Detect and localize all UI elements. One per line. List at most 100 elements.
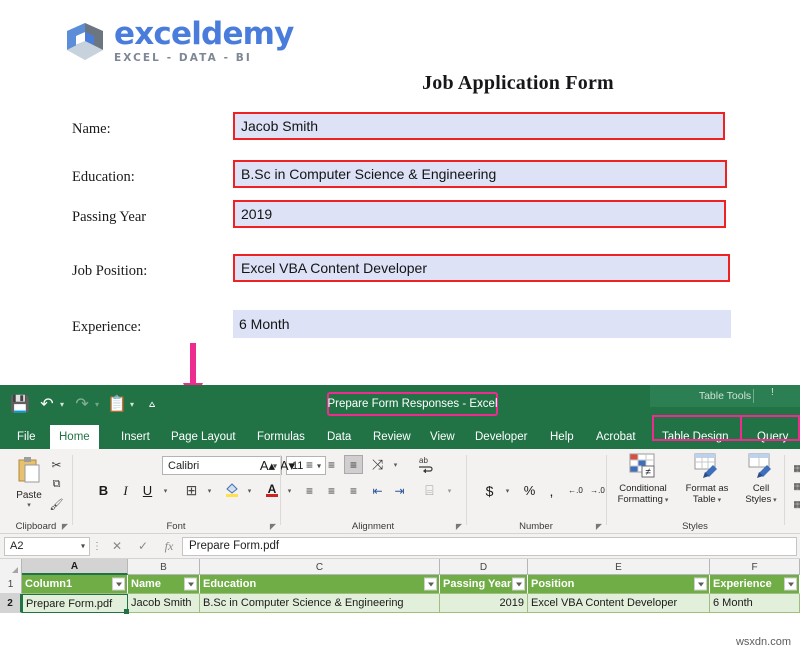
number-dialog-launcher[interactable]: ◤	[596, 522, 602, 531]
filter-dropdown-icon[interactable]	[184, 578, 197, 591]
column-headers[interactable]: ABCDEF	[0, 559, 800, 575]
tab-view[interactable]: View	[421, 425, 464, 449]
column-header-D[interactable]: D	[440, 559, 528, 575]
align-top-icon[interactable]: ≡	[300, 455, 319, 474]
enter-icon[interactable]: ✓	[130, 539, 156, 553]
tab-query[interactable]: Query	[748, 425, 797, 449]
redo-icon[interactable]: ↷	[70, 392, 94, 416]
filter-dropdown-icon[interactable]	[512, 578, 525, 591]
tab-table-design[interactable]: Table Design	[653, 425, 737, 449]
comma-style-icon[interactable]: ,	[542, 481, 561, 500]
tab-insert[interactable]: Insert	[112, 425, 159, 449]
align-center-icon[interactable]: ≡	[322, 481, 341, 500]
merge-center-icon[interactable]: ⌸	[420, 481, 439, 500]
underline-dropdown-caret-icon[interactable]: ▾	[156, 481, 175, 500]
form-field-input[interactable]: Excel VBA Content Developer	[233, 254, 730, 282]
column-header-A[interactable]: A	[22, 559, 128, 575]
increase-indent-icon[interactable]: ⇥	[390, 481, 409, 500]
copy-icon[interactable]: ⧉	[47, 475, 66, 494]
column-header-E[interactable]: E	[528, 559, 710, 575]
formula-input[interactable]: Prepare Form.pdf	[182, 537, 797, 556]
table-column-header[interactable]: Name	[128, 575, 200, 594]
chevron-down-icon[interactable]: ▾	[81, 542, 85, 551]
decrease-indent-icon[interactable]: ⇤	[368, 481, 387, 500]
row-header-1[interactable]: 1	[0, 575, 22, 594]
tab-developer[interactable]: Developer	[466, 425, 536, 449]
orientation-dropdown-caret-icon[interactable]: ▾	[386, 455, 405, 474]
table-cell[interactable]: Prepare Form.pdf	[22, 594, 128, 613]
fill-color-dropdown-caret-icon[interactable]: ▾	[240, 481, 259, 500]
borders-dropdown-caret-icon[interactable]: ▾	[200, 481, 219, 500]
accounting-format-icon[interactable]: $	[480, 481, 499, 500]
grow-font-icon[interactable]: A▴	[258, 456, 277, 475]
cut-icon[interactable]: ✂	[47, 455, 66, 474]
align-bottom-icon[interactable]: ≡	[344, 455, 363, 474]
accounting-dropdown-caret-icon[interactable]: ▾	[498, 481, 517, 500]
tab-formulas[interactable]: Formulas	[248, 425, 314, 449]
undo-icon[interactable]: ↶	[35, 392, 59, 416]
cells-group-icon-3[interactable]: ▦	[788, 495, 800, 514]
align-left-icon[interactable]: ≡	[300, 481, 319, 500]
tab-home[interactable]: Home	[50, 425, 99, 449]
clipboard-dialog-launcher[interactable]: ◤	[62, 522, 68, 531]
alignment-dialog-launcher[interactable]: ◤	[456, 522, 462, 531]
chevron-down-icon[interactable]: ▾	[130, 400, 134, 409]
wrap-text-icon[interactable]: ab	[416, 454, 435, 473]
insert-function-icon[interactable]: fx	[156, 539, 182, 554]
cancel-icon[interactable]: ✕	[104, 539, 130, 553]
table-cell[interactable]: 6 Month	[710, 594, 800, 613]
increase-decimal-icon[interactable]: ←.0	[566, 481, 585, 500]
filter-dropdown-icon[interactable]	[694, 578, 707, 591]
column-header-B[interactable]: B	[128, 559, 200, 575]
table-column-header[interactable]: Experience	[710, 575, 800, 594]
align-right-icon[interactable]: ≡	[344, 481, 363, 500]
paste-button[interactable]: Paste ▾	[8, 455, 50, 509]
format-painter-icon[interactable]: 🖌	[47, 495, 66, 514]
font-dialog-launcher[interactable]: ◤	[270, 522, 276, 531]
chevron-down-icon[interactable]: ▾	[771, 497, 776, 504]
quick-access-toolbar[interactable]: 💾↶▾↷▾📋▾⩟	[8, 390, 164, 418]
tab-help[interactable]: Help	[541, 425, 583, 449]
table-cell[interactable]: 2019	[440, 594, 528, 613]
font-color-icon[interactable]: A	[262, 480, 281, 499]
percent-style-icon[interactable]: %	[520, 481, 539, 500]
filter-dropdown-icon[interactable]	[424, 578, 437, 591]
cells-group-icon[interactable]: ▦	[788, 459, 800, 478]
tab-page-layout[interactable]: Page Layout	[162, 425, 245, 449]
chevron-down-icon[interactable]: ▾	[60, 400, 64, 409]
underline-icon[interactable]: U	[138, 481, 157, 500]
chevron-down-icon[interactable]: ▾	[95, 400, 99, 409]
clipboard-icon[interactable]: 📋	[105, 392, 129, 416]
borders-icon[interactable]: ⊞	[182, 481, 201, 500]
table-cell[interactable]: Excel VBA Content Developer	[528, 594, 710, 613]
decrease-decimal-icon[interactable]: →.0	[588, 481, 607, 500]
table-column-header[interactable]: Education	[200, 575, 440, 594]
table-column-header[interactable]: Passing Year	[440, 575, 528, 594]
tab-acrobat[interactable]: Acrobat	[587, 425, 645, 449]
table-cell[interactable]: B.Sc in Computer Science & Engineering	[200, 594, 440, 613]
customize-qat-icon[interactable]: ⩟	[140, 392, 164, 416]
chevron-down-icon[interactable]: ▾	[663, 497, 668, 504]
row-header-2[interactable]: 2	[0, 594, 22, 613]
cell-styles-button[interactable]: Cell Styles ▾	[738, 453, 784, 505]
ribbon-tab-strip[interactable]: FileHomeInsertPage LayoutFormulasDataRev…	[0, 425, 800, 449]
paste-dropdown-caret-icon[interactable]: ▾	[8, 501, 50, 509]
column-header-F[interactable]: F	[710, 559, 800, 575]
table-cell[interactable]: Jacob Smith	[128, 594, 200, 613]
save-icon[interactable]: 💾	[8, 392, 32, 416]
align-middle-icon[interactable]: ≡	[322, 455, 341, 474]
form-field-input[interactable]: Jacob Smith	[233, 112, 725, 140]
filter-dropdown-icon[interactable]	[112, 578, 125, 591]
tab-data[interactable]: Data	[318, 425, 360, 449]
select-all-corner[interactable]	[0, 559, 22, 575]
name-box[interactable]: A2 ▾	[4, 537, 90, 556]
orientation-icon[interactable]: ⤨	[368, 455, 387, 474]
form-field-input[interactable]: 2019	[233, 200, 726, 228]
format-as-table-button[interactable]: Format as Table ▾	[680, 453, 734, 505]
cells-group-icon-2[interactable]: ▦	[788, 477, 800, 496]
column-header-C[interactable]: C	[200, 559, 440, 575]
tab-file[interactable]: File	[8, 425, 45, 449]
fill-handle[interactable]	[124, 609, 129, 614]
merge-dropdown-caret-icon[interactable]: ▾	[440, 481, 459, 500]
filter-dropdown-icon[interactable]	[784, 578, 797, 591]
